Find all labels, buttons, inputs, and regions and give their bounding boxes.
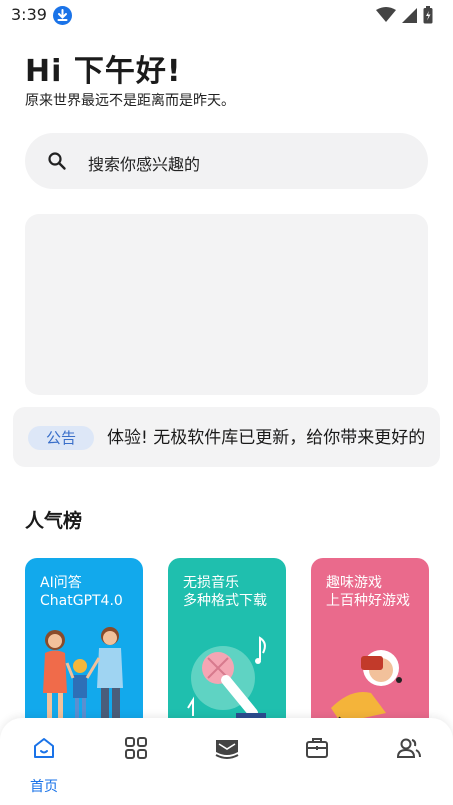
battery-icon (423, 6, 433, 28)
nav-toolbox[interactable] (295, 736, 339, 796)
search-bar[interactable]: 搜索你感兴趣的 (25, 133, 428, 189)
briefcase-icon (306, 738, 328, 758)
search-input[interactable]: 搜索你感兴趣的 (88, 151, 200, 175)
card-ai-chat[interactable]: AI问答 ChatGPT4.0 (25, 558, 143, 733)
download-icon (53, 6, 72, 25)
notice-badge: 公告 (28, 426, 94, 450)
grid-icon (125, 737, 147, 759)
notice-text: 体验! 无极软件库已更新，给你带来更好的体验! (107, 428, 425, 448)
card-title: 无损音乐 (183, 575, 239, 591)
status-time: 3:39 (11, 5, 47, 24)
section-title: 人气榜 (25, 510, 83, 532)
card-label: 趣味游戏 上百种好游戏 (326, 574, 421, 610)
card-title: AI问答 (40, 575, 82, 591)
inbox-icon (215, 740, 239, 759)
family-illustration (43, 627, 123, 726)
users-icon (396, 738, 421, 758)
nav-categories[interactable] (114, 736, 158, 796)
card-subtitle: 上百种好游戏 (326, 593, 410, 609)
banner-carousel[interactable] (25, 214, 428, 395)
card-subtitle: ChatGPT4.0 (40, 593, 123, 609)
card-label: AI问答 ChatGPT4.0 (40, 574, 135, 610)
notice-bar[interactable]: 公告 体验! 无极软件库已更新，给你带来更好的体验! (13, 407, 440, 467)
wifi-icon (376, 7, 396, 27)
nav-home-label: 首页 (30, 779, 58, 795)
greeting-title: Hi 下午好! (25, 54, 182, 89)
signal-icon (401, 7, 418, 28)
card-fun-games[interactable]: 趣味游戏 上百种好游戏 (311, 558, 429, 733)
nav-messages[interactable] (204, 736, 248, 796)
search-icon (47, 151, 67, 175)
card-label: 无损音乐 多种格式下载 (183, 574, 278, 610)
nav-home[interactable]: 首页 (22, 736, 66, 796)
card-title: 趣味游戏 (326, 575, 382, 591)
card-subtitle: 多种格式下载 (183, 593, 267, 609)
nav-profile[interactable] (386, 736, 430, 796)
card-lossless-music[interactable]: 无损音乐 多种格式下载 (168, 558, 286, 733)
home-icon (34, 738, 54, 758)
bottom-navigation: 首页 (0, 718, 453, 805)
status-bar: 3:39 (0, 0, 453, 32)
gamer-illustration (329, 650, 402, 731)
microphone-illustration (187, 636, 266, 733)
greeting-subtitle: 原来世界最远不是距离而是昨天。 (25, 93, 235, 109)
